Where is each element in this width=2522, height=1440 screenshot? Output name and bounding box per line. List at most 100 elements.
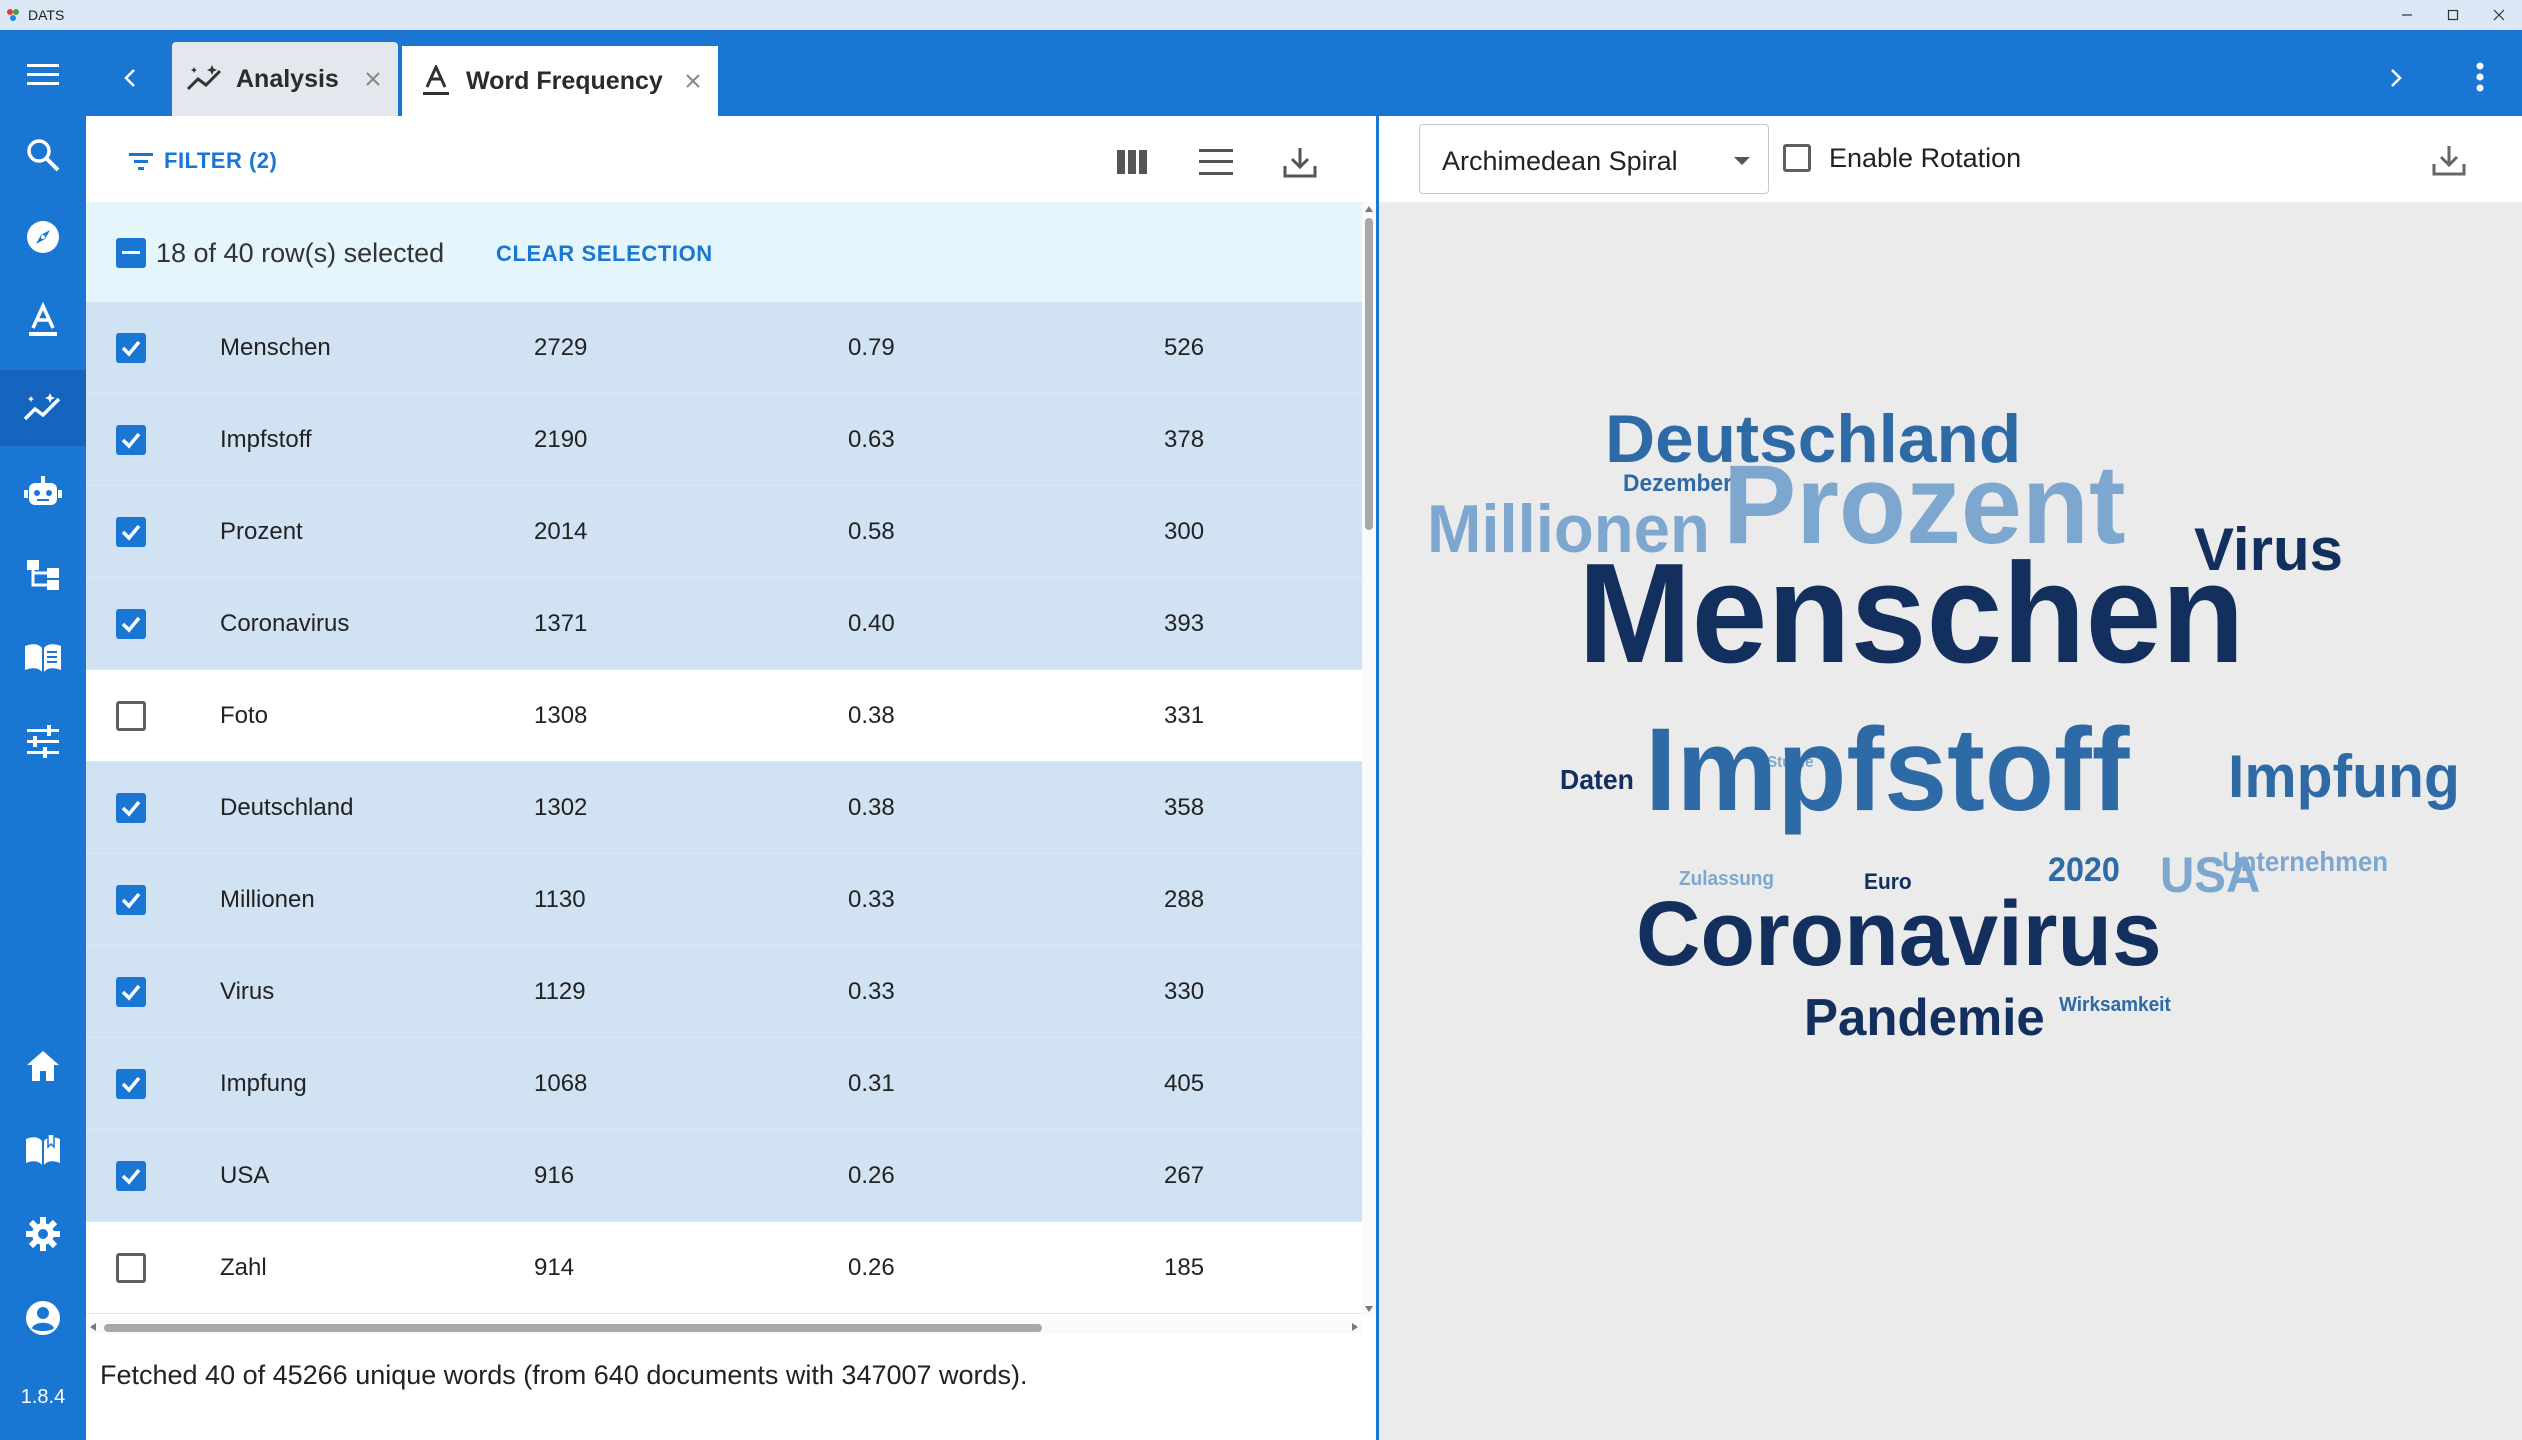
table-row[interactable]: Virus 1129 0.33 330 <box>86 946 1362 1038</box>
word-cell: Menschen <box>220 334 331 361</box>
download-icon[interactable] <box>1278 142 1322 182</box>
document-count-cell: 405 <box>1164 1070 1205 1097</box>
document-count-cell: 330 <box>1164 978 1205 1005</box>
percent-cell: 0.31 <box>848 1070 895 1097</box>
analysis-icon[interactable] <box>0 370 86 446</box>
cloud-word[interactable]: Coronavirus <box>1636 888 2162 980</box>
robot-icon[interactable] <box>0 454 86 530</box>
count-cell: 1308 <box>534 702 588 729</box>
settings-icon[interactable] <box>0 1196 86 1272</box>
row-checkbox[interactable] <box>116 1161 146 1191</box>
cloud-word[interactable]: Menschen <box>1578 543 2245 685</box>
open-book-icon[interactable] <box>0 620 86 696</box>
count-cell: 1068 <box>534 1070 588 1097</box>
cloud-word[interactable]: Daten <box>1560 766 1634 794</box>
maximize-window-button[interactable] <box>2430 0 2476 30</box>
explore-icon[interactable] <box>0 199 86 275</box>
close-icon[interactable] <box>358 64 388 94</box>
table-row[interactable]: Foto 1308 0.38 331 <box>86 670 1362 762</box>
hamburger-menu-icon[interactable] <box>20 54 66 94</box>
cloud-word[interactable]: USA <box>2160 850 2260 900</box>
minimize-window-button[interactable] <box>2384 0 2430 30</box>
docs-book-icon[interactable] <box>0 1112 86 1188</box>
word-cloud: Deutschland Dezember Millionen Prozent Virus… <box>1379 202 2522 1440</box>
tab-word-frequency[interactable]: Word Frequency <box>402 42 718 116</box>
percent-cell: 0.40 <box>848 610 895 637</box>
vertical-scrollbar[interactable] <box>1362 202 1376 1316</box>
os-titlebar: DATS <box>0 0 2522 30</box>
row-checkbox[interactable] <box>116 425 146 455</box>
table-row[interactable]: Coronavirus 1371 0.40 393 <box>86 578 1362 670</box>
enable-rotation-checkbox[interactable] <box>1783 144 1811 172</box>
horizontal-scrollbar-thumb[interactable] <box>104 1324 1042 1332</box>
document-count-cell: 267 <box>1164 1162 1205 1189</box>
density-icon[interactable] <box>1194 142 1238 182</box>
row-checkbox[interactable] <box>116 517 146 547</box>
percent-cell: 0.33 <box>848 886 895 913</box>
word-frequency-table-panel: FILTER (2) 18 of 40 row(s) selected CLEA… <box>86 116 1376 1440</box>
document-count-cell: 331 <box>1164 702 1205 729</box>
analysis-icon <box>186 59 226 99</box>
count-cell: 2190 <box>534 426 588 453</box>
word-cell: Millionen <box>220 886 315 913</box>
word-cloud-toolbar: Archimedean Spiral Enable Rotation <box>1379 116 2522 202</box>
account-icon[interactable] <box>0 1280 86 1356</box>
close-window-button[interactable] <box>2476 0 2522 30</box>
document-count-cell: 393 <box>1164 610 1205 637</box>
cloud-word[interactable]: Impfstoff <box>1645 711 2129 829</box>
selection-toolbar: 18 of 40 row(s) selected CLEAR SELECTION <box>86 202 1362 302</box>
row-checkbox[interactable] <box>116 1253 146 1283</box>
row-checkbox[interactable] <box>116 1069 146 1099</box>
document-count-cell: 358 <box>1164 794 1205 821</box>
table-row[interactable]: Prozent 2014 0.58 300 <box>86 486 1362 578</box>
cloud-word[interactable]: 2020 <box>2048 853 2120 887</box>
more-vertical-icon[interactable] <box>2460 54 2500 100</box>
tab-analysis[interactable]: Analysis <box>172 42 398 116</box>
app-version: 1.8.4 <box>20 1386 66 1408</box>
document-count-cell: 526 <box>1164 334 1205 361</box>
filter-button[interactable]: FILTER (2) <box>128 146 277 176</box>
tabs-scroll-left-icon[interactable] <box>110 58 150 98</box>
layout-select[interactable]: Archimedean Spiral <box>1419 124 1769 194</box>
app-bar: Analysis Word Frequency <box>0 30 2522 116</box>
tabs-scroll-right-icon[interactable] <box>2376 58 2416 98</box>
clear-selection-button[interactable]: CLEAR SELECTION <box>496 241 713 267</box>
enable-rotation-label: Enable Rotation <box>1829 143 2022 173</box>
cloud-word[interactable]: Pandemie <box>1804 992 2045 1044</box>
table-row[interactable]: USA 916 0.26 267 <box>86 1130 1362 1222</box>
table-row[interactable]: Millionen 1130 0.33 288 <box>86 854 1362 946</box>
download-icon[interactable] <box>2427 138 2471 182</box>
document-count-cell: 300 <box>1164 518 1205 545</box>
percent-cell: 0.38 <box>848 794 895 821</box>
cloud-word[interactable]: Wirksamkeit <box>2059 995 2171 1015</box>
home-icon[interactable] <box>0 1028 86 1104</box>
cloud-word[interactable]: Impfung <box>2228 747 2460 807</box>
tab-label: Word Frequency <box>466 66 663 95</box>
row-checkbox[interactable] <box>116 793 146 823</box>
columns-icon[interactable] <box>1110 142 1154 182</box>
document-count-cell: 378 <box>1164 426 1205 453</box>
row-checkbox[interactable] <box>116 333 146 363</box>
row-checkbox[interactable] <box>116 701 146 731</box>
table-row[interactable]: Impfstoff 2190 0.63 378 <box>86 394 1362 486</box>
word-cell: Zahl <box>220 1254 267 1281</box>
word-cell: Deutschland <box>220 794 354 821</box>
row-checkbox[interactable] <box>116 885 146 915</box>
filter-icon <box>129 153 153 170</box>
table-row[interactable]: Zahl 914 0.26 185 <box>86 1222 1362 1314</box>
row-checkbox[interactable] <box>116 977 146 1007</box>
horizontal-scrollbar[interactable] <box>86 1320 1362 1334</box>
text-format-icon[interactable] <box>0 282 86 358</box>
select-all-checkbox[interactable] <box>116 238 146 268</box>
percent-cell: 0.26 <box>848 1162 895 1189</box>
row-checkbox[interactable] <box>116 609 146 639</box>
vertical-scrollbar-thumb[interactable] <box>1365 218 1373 530</box>
percent-cell: 0.58 <box>848 518 895 545</box>
tune-icon[interactable] <box>0 703 86 779</box>
search-icon[interactable] <box>0 117 86 193</box>
close-icon[interactable] <box>678 66 708 96</box>
table-row[interactable]: Menschen 2729 0.79 526 <box>86 302 1362 394</box>
hierarchy-icon[interactable] <box>0 537 86 613</box>
table-row[interactable]: Impfung 1068 0.31 405 <box>86 1038 1362 1130</box>
table-row[interactable]: Deutschland 1302 0.38 358 <box>86 762 1362 854</box>
